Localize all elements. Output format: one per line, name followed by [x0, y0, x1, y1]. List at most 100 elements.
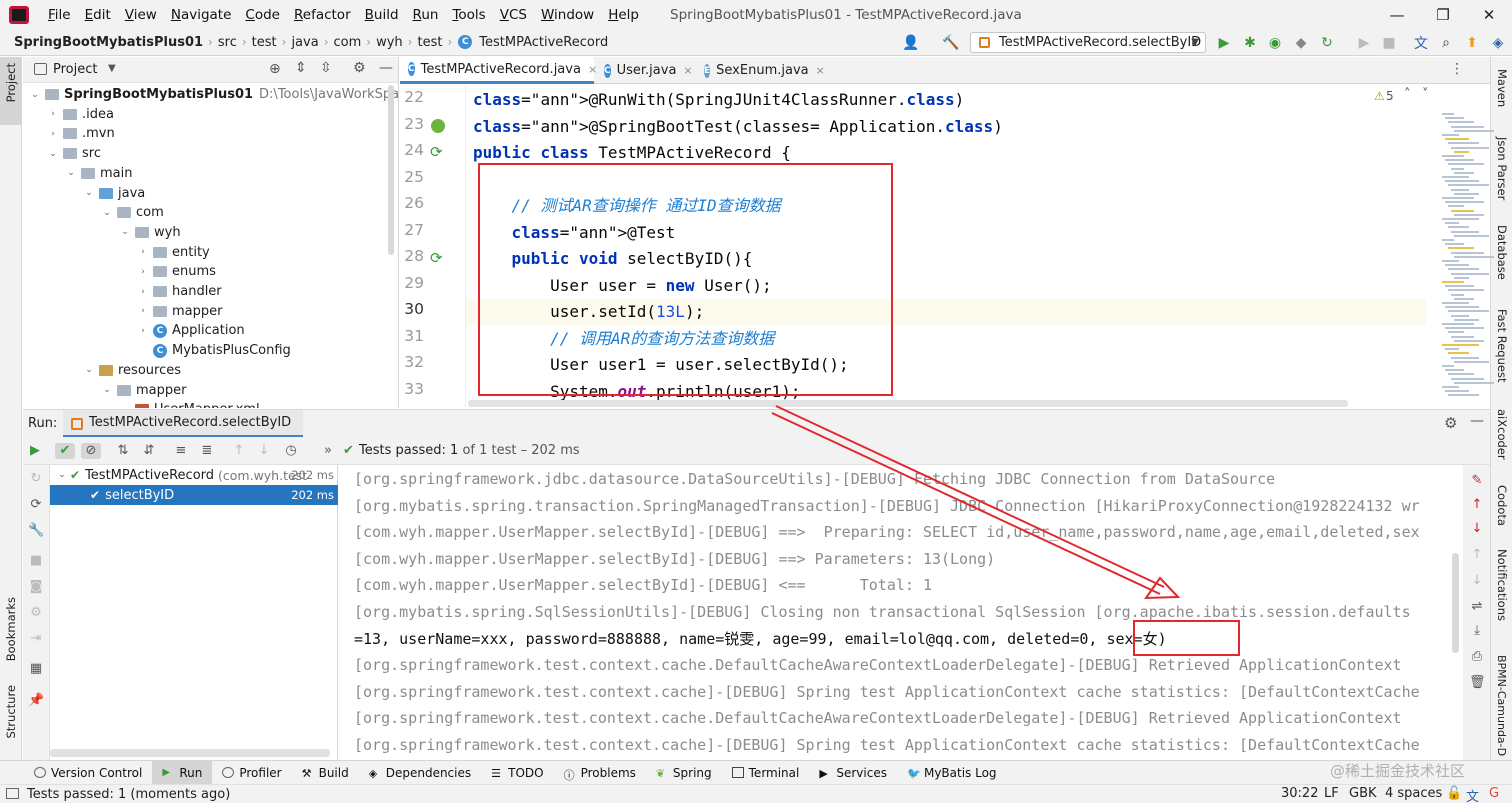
- show-passed-icon[interactable]: ✔: [55, 443, 75, 459]
- show-ignored-icon[interactable]: ⊘: [81, 443, 101, 459]
- console-scrollbar[interactable]: [1452, 553, 1459, 653]
- tree-item-com[interactable]: ⌄ com: [101, 203, 164, 222]
- console-output[interactable]: [org.springframework.jdbc.datasource.Dat…: [338, 465, 1463, 760]
- breadcrumb-src[interactable]: src: [215, 35, 240, 50]
- tool-mybatis-log[interactable]: 🐦 MyBatis Log: [897, 761, 1007, 785]
- tree-item-springbootmybatisplus01[interactable]: ⌄ SpringBootMybatisPlus01 D:\Tools\JavaWor…: [29, 85, 398, 104]
- tool-dependencies[interactable]: ◈ Dependencies: [359, 761, 481, 785]
- chevron-down-icon[interactable]: ˅: [1422, 87, 1429, 102]
- tree-item-mapper[interactable]: › mapper: [137, 302, 222, 321]
- warning-icon[interactable]: ⚠: [1374, 89, 1385, 103]
- search-icon[interactable]: ⌕: [1437, 34, 1455, 52]
- indent-setting[interactable]: 4 spaces: [1385, 786, 1442, 801]
- tree-item-src[interactable]: ⌄ src: [47, 144, 101, 163]
- chevron-down-icon[interactable]: ⌄: [119, 227, 131, 237]
- tree-item--idea[interactable]: › .idea: [47, 105, 114, 124]
- tree-item-entity[interactable]: › entity: [137, 243, 210, 262]
- breadcrumb-file[interactable]: TestMPActiveRecord: [476, 35, 611, 50]
- chevron-down-icon[interactable]: ⌄: [47, 149, 59, 159]
- warning-count[interactable]: 5: [1386, 89, 1394, 103]
- maximize-button[interactable]: ❐: [1420, 0, 1466, 29]
- breadcrumb-project[interactable]: SpringBootMybatisPlus01: [11, 35, 206, 50]
- translate-icon[interactable]: 文: [1412, 34, 1430, 52]
- tool-run[interactable]: ▶ Run: [152, 760, 213, 785]
- rerun-icon[interactable]: ↻: [1318, 34, 1336, 52]
- chevron-down-icon[interactable]: ⌄: [101, 385, 113, 395]
- toggle-auto-test-icon[interactable]: ⟳: [28, 497, 44, 513]
- more-icon[interactable]: »: [320, 443, 336, 459]
- tool-fast-request[interactable]: Fast Request: [1495, 309, 1509, 382]
- chevron-right-icon[interactable]: ›: [137, 306, 149, 316]
- menu-window[interactable]: Window: [534, 7, 601, 23]
- google-icon[interactable]: G: [1489, 786, 1499, 801]
- run-test-icon[interactable]: ⟳: [430, 143, 443, 161]
- chevron-right-icon[interactable]: ›: [47, 129, 59, 139]
- menu-edit[interactable]: Edit: [78, 7, 118, 23]
- tool-terminal[interactable]: Terminal: [722, 761, 810, 785]
- tree-item-application[interactable]: › C Application: [137, 321, 244, 340]
- breadcrumb-com[interactable]: com: [331, 35, 365, 50]
- tool-aixcoder[interactable]: aiXcoder: [1495, 409, 1509, 460]
- camera-icon[interactable]: ◙: [28, 579, 44, 595]
- tool-structure[interactable]: Structure: [4, 685, 18, 739]
- tool-build[interactable]: ⚒ Build: [292, 761, 359, 785]
- down-arrow-icon[interactable]: ↓: [1469, 521, 1485, 537]
- scroll-down-icon[interactable]: ↓: [1469, 573, 1485, 589]
- debug-icon[interactable]: ✱: [1241, 34, 1259, 52]
- chevron-right-icon[interactable]: ›: [137, 326, 149, 336]
- chevron-right-icon[interactable]: ›: [137, 287, 149, 297]
- tool-codota[interactable]: Codota: [1495, 485, 1509, 526]
- menu-run[interactable]: Run: [406, 7, 446, 23]
- tool-spring[interactable]: ❦ Spring: [646, 761, 722, 785]
- chevron-down-icon[interactable]: ⌄: [65, 168, 77, 178]
- tool-profiler[interactable]: Profiler: [212, 761, 291, 785]
- tree-item-enums[interactable]: › enums: [137, 262, 216, 281]
- chevron-right-icon[interactable]: ›: [47, 109, 59, 119]
- hide-icon[interactable]: —: [1470, 413, 1484, 429]
- expand-all-icon[interactable]: ≡: [173, 443, 189, 459]
- gear-icon[interactable]: ⚙: [1444, 414, 1457, 432]
- editor-horizontal-scrollbar[interactable]: [468, 400, 1348, 407]
- build-hammer-icon[interactable]: 🔨: [942, 34, 960, 52]
- stop-icon[interactable]: ■: [1380, 34, 1398, 52]
- chevron-down-icon[interactable]: ⌄: [54, 470, 70, 480]
- next-failed-icon[interactable]: ↓: [256, 443, 272, 459]
- tab-sexenum-java[interactable]: E SexEnum.java ×: [696, 57, 825, 84]
- breadcrumb-test[interactable]: test: [249, 35, 280, 50]
- breadcrumb-wyh[interactable]: wyh: [373, 35, 406, 50]
- project-panel-title[interactable]: Project: [53, 62, 97, 77]
- collapse-all-icon[interactable]: ≣: [199, 443, 215, 459]
- pin-icon[interactable]: 📌: [28, 693, 44, 709]
- prev-failed-icon[interactable]: ↑: [231, 443, 247, 459]
- expand-all-icon[interactable]: ⇕: [295, 60, 307, 76]
- tree-item-mapper[interactable]: ⌄ mapper: [101, 381, 186, 400]
- tree-horizontal-scrollbar[interactable]: [50, 749, 330, 757]
- menu-navigate[interactable]: Navigate: [164, 7, 239, 23]
- tree-item-resources[interactable]: ⌄ resources: [83, 361, 181, 380]
- menu-refactor[interactable]: Refactor: [287, 7, 358, 23]
- chevron-down-icon[interactable]: ⌄: [83, 365, 95, 375]
- tool-json-parser[interactable]: Json Parser: [1495, 137, 1509, 200]
- line-separator[interactable]: LF: [1324, 786, 1339, 801]
- update-icon[interactable]: ⬆: [1463, 34, 1481, 52]
- run-tab[interactable]: TestMPActiveRecord.selectByID: [63, 410, 304, 438]
- print-icon[interactable]: ⎙: [1469, 649, 1485, 665]
- close-tab-icon[interactable]: ×: [816, 64, 825, 77]
- close-button[interactable]: ✕: [1466, 0, 1512, 29]
- hide-icon[interactable]: —: [379, 60, 393, 76]
- chevron-down-icon[interactable]: ⌄: [83, 188, 95, 198]
- tree-item-mybatisplusconfig[interactable]: C MybatisPlusConfig: [137, 341, 291, 360]
- chevron-right-icon[interactable]: ›: [137, 247, 149, 257]
- breadcrumb-test-pkg[interactable]: test: [414, 35, 445, 50]
- run-icon[interactable]: ▶: [1215, 34, 1233, 52]
- profile-icon[interactable]: ◆: [1292, 34, 1310, 52]
- coverage-icon[interactable]: ◉: [1266, 34, 1284, 52]
- chevron-up-icon[interactable]: ˄: [1404, 87, 1411, 102]
- minimize-button[interactable]: —: [1374, 0, 1420, 29]
- tool-services[interactable]: ▶ Services: [809, 761, 897, 785]
- menu-build[interactable]: Build: [358, 7, 406, 23]
- trash-icon[interactable]: 🗑: [1469, 675, 1486, 691]
- rerun-failed-icon[interactable]: ↻: [28, 471, 44, 487]
- tool-bpmn[interactable]: BPMN-Camunda-D: [1495, 655, 1508, 756]
- chevron-down-icon[interactable]: ⌄: [101, 208, 113, 218]
